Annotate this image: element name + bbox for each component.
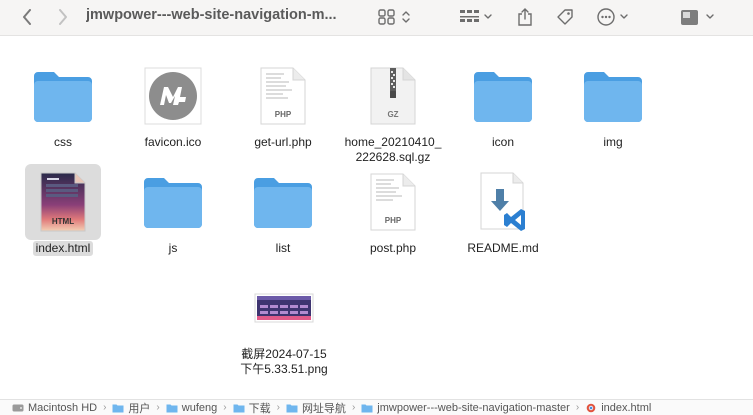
share-icon — [518, 8, 532, 26]
share-button[interactable] — [512, 4, 538, 30]
file-badge: PHP — [385, 216, 402, 225]
chevron-left-icon — [23, 9, 31, 25]
php-file-icon: PHP — [370, 173, 416, 231]
path-separator: › — [575, 402, 580, 413]
path-crumb-nav-folder[interactable]: 网址导航 — [286, 400, 346, 415]
chevron-right-icon — [59, 9, 67, 25]
file-badge: PHP — [275, 110, 292, 119]
grid-view-icon — [378, 9, 410, 25]
file-name: js — [168, 241, 178, 255]
php-file-icon: PHP — [260, 67, 306, 125]
more-actions-button[interactable] — [594, 4, 634, 30]
folder-icon — [474, 72, 532, 122]
folder-icon — [34, 72, 92, 122]
path-crumb-label: 下载 — [248, 402, 271, 415]
window-title: jmwpower---web-site-navigation-m... — [86, 7, 337, 23]
home-folder-icon — [166, 404, 178, 412]
file-name: get-url.php — [254, 135, 312, 149]
path-crumb-users[interactable]: 用户 — [112, 400, 150, 415]
path-separator: › — [276, 402, 280, 413]
tag-icon — [557, 9, 573, 25]
file-item-list[interactable]: list — [228, 164, 338, 256]
folder-icon — [286, 404, 298, 412]
forward-button[interactable] — [50, 4, 76, 30]
ellipsis-circle-icon — [597, 8, 628, 26]
file-item-icon-folder[interactable]: icon — [448, 58, 558, 150]
file-name: home_20210410_ 222628.sql.gz — [344, 135, 442, 164]
path-crumb-label: jmwpower---web-site-navigation-master — [377, 401, 570, 414]
finder-window: jmwpower---web-site-navigation-m... css … — [0, 0, 753, 415]
archive-file-icon: GZ — [370, 67, 416, 125]
preview-pane-icon — [681, 10, 714, 25]
file-name: icon — [491, 135, 514, 149]
file-item-get-url-php[interactable]: PHP get-url.php — [228, 58, 338, 150]
path-crumb-file[interactable]: index.html — [585, 402, 651, 414]
file-name: 截屏2024-07-15 下午5.33.51.png — [240, 347, 328, 376]
file-item-screenshot-png[interactable]: 截屏2024-07-15 下午5.33.51.png — [222, 270, 346, 377]
file-grid: css favicon.ico PHP get-url.php GZ home_… — [0, 37, 753, 399]
view-options-button[interactable] — [374, 4, 414, 30]
file-name: index.html — [32, 241, 94, 256]
group-icon — [460, 10, 492, 22]
chrome-document-icon — [586, 403, 596, 412]
path-separator: › — [351, 402, 356, 413]
file-item-img[interactable]: img — [558, 58, 668, 150]
preview-pane-button[interactable] — [676, 4, 720, 30]
path-crumb-label: 用户 — [128, 402, 151, 415]
folder-icon — [584, 72, 642, 122]
path-crumb-downloads[interactable]: 下载 — [233, 400, 271, 415]
file-name: post.php — [369, 241, 417, 255]
file-item-post-php[interactable]: PHP post.php — [338, 164, 448, 256]
file-item-favicon[interactable]: favicon.ico — [118, 58, 228, 150]
file-item-index-html[interactable]: HTML index.html — [8, 164, 118, 256]
path-crumb-label: index.html — [601, 401, 652, 414]
folder-icon — [112, 404, 124, 412]
file-badge: GZ — [387, 110, 398, 119]
path-crumb-label: 网址导航 — [301, 402, 346, 415]
favicon-thumbnail-icon — [144, 67, 202, 125]
downloads-folder-icon — [233, 404, 245, 412]
path-separator: › — [156, 402, 160, 413]
vscode-document-icon — [480, 172, 525, 231]
path-crumb-home[interactable]: wufeng — [166, 402, 217, 414]
file-item-js[interactable]: js — [118, 164, 228, 256]
hard-drive-icon — [12, 404, 24, 411]
folder-icon — [361, 404, 373, 412]
path-crumb-label: wufeng — [181, 401, 218, 414]
group-button[interactable] — [456, 4, 498, 30]
image-thumbnail-icon — [254, 293, 314, 323]
file-badge: HTML — [52, 217, 74, 226]
file-name: css — [54, 135, 72, 149]
file-name: README.md — [467, 241, 539, 255]
file-name: favicon.ico — [144, 135, 202, 149]
path-crumb-project[interactable]: jmwpower---web-site-navigation-master — [361, 402, 570, 414]
toolbar: jmwpower---web-site-navigation-m... — [0, 0, 753, 36]
path-bar: Macintosh HD › 用户 › wufeng › 下载 › 网址导航 ›… — [0, 399, 753, 415]
tag-button[interactable] — [552, 4, 578, 30]
file-name: list — [275, 241, 291, 255]
folder-icon — [254, 178, 312, 228]
path-crumb-macintosh-hd[interactable]: Macintosh HD — [12, 402, 97, 414]
path-crumb-label: Macintosh HD — [28, 401, 98, 414]
html-file-icon: HTML — [40, 172, 86, 232]
file-item-css[interactable]: css — [8, 58, 118, 150]
path-separator: › — [103, 402, 107, 413]
file-name: img — [603, 135, 623, 149]
path-separator: › — [223, 402, 227, 413]
folder-icon — [144, 178, 202, 228]
file-item-sql-gz[interactable]: GZ home_20210410_ 222628.sql.gz — [338, 58, 448, 165]
file-item-readme[interactable]: README.md — [448, 164, 558, 256]
back-button[interactable] — [14, 4, 40, 30]
